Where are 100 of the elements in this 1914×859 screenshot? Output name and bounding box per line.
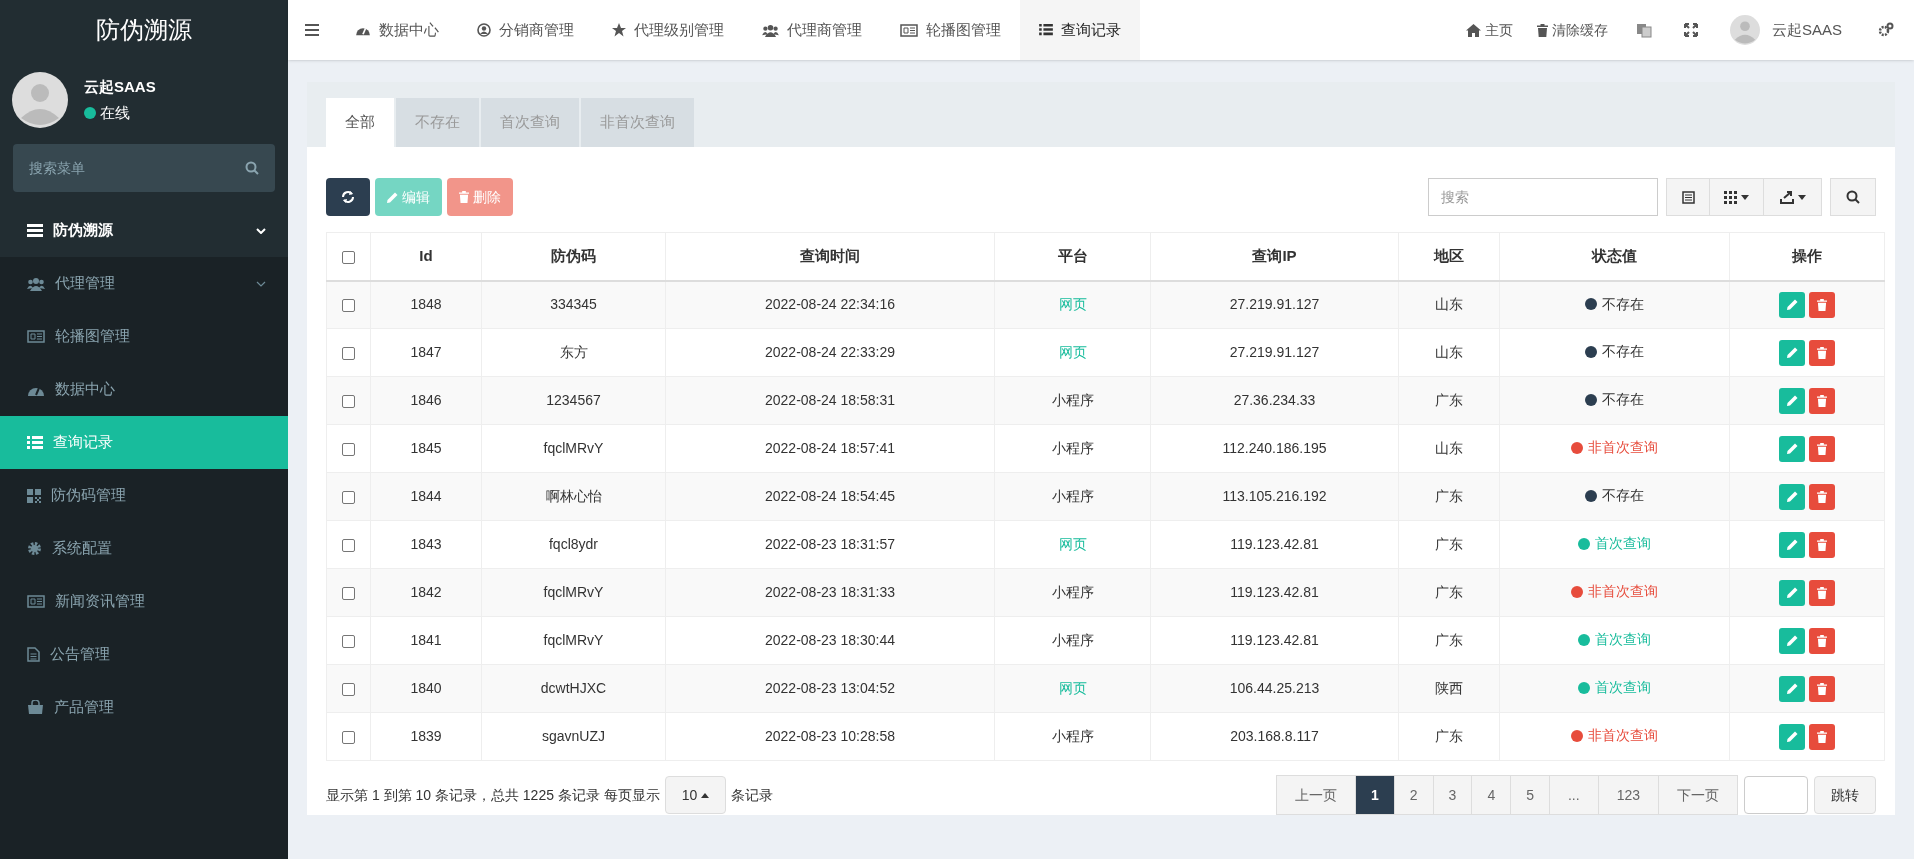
table-cell: 1839 <box>410 728 442 744</box>
page-button[interactable]: 下一页 <box>1658 775 1738 815</box>
table-cell: 1841 <box>410 632 442 648</box>
sidebar-item[interactable]: 代理管理 <box>0 257 288 310</box>
refresh-button[interactable] <box>326 178 370 216</box>
delete-button[interactable] <box>1809 387 1835 414</box>
table-cell: 2022-08-24 22:33:29 <box>765 344 895 360</box>
table-cell: 1844 <box>410 488 442 504</box>
column-header[interactable]: 防伪码 <box>551 247 596 264</box>
search-field[interactable]: 搜索 <box>1428 178 1658 216</box>
column-header[interactable]: 地区 <box>1434 247 1464 264</box>
sidebar-item[interactable]: 防伪码管理 <box>0 469 288 522</box>
edit-button[interactable] <box>1779 627 1805 654</box>
export-button[interactable] <box>1764 178 1822 216</box>
table-cell: fqclMRvY <box>543 440 604 456</box>
page-button[interactable]: 4 <box>1471 775 1512 815</box>
search-button[interactable] <box>1830 178 1876 216</box>
list-icon <box>1039 24 1053 36</box>
columns-button[interactable] <box>1710 178 1764 216</box>
sidebar-item[interactable]: 公告管理 <box>0 628 288 681</box>
page-button[interactable]: 3 <box>1432 775 1473 815</box>
page-size-dropdown[interactable]: 10 <box>664 776 727 814</box>
page-button[interactable]: 2 <box>1393 775 1434 815</box>
edit-button[interactable] <box>1779 579 1805 606</box>
clear-cache-link[interactable]: 清除缓存 <box>1524 19 1620 41</box>
page-button[interactable]: 5 <box>1510 775 1550 815</box>
nav-tab[interactable]: 轮播图管理 <box>881 0 1020 60</box>
column-header[interactable]: Id <box>419 247 433 264</box>
sidebar-item[interactable]: 数据中心 <box>0 363 288 416</box>
checkbox[interactable] <box>342 490 355 504</box>
table-cell: 2022-08-23 18:31:57 <box>765 536 895 552</box>
toggle-view-button[interactable] <box>1666 178 1710 216</box>
edit-button[interactable] <box>1779 387 1805 414</box>
page-button[interactable]: 上一页 <box>1276 775 1356 815</box>
column-header[interactable]: 查询时间 <box>800 247 860 264</box>
column-header[interactable]: 操作 <box>1792 247 1822 264</box>
checkbox[interactable] <box>342 250 355 264</box>
edit-button[interactable] <box>1779 675 1805 702</box>
nav-tab[interactable]: 数据中心 <box>336 0 458 60</box>
page-jump-field[interactable] <box>1744 776 1808 814</box>
sidebar-item[interactable]: 产品管理 <box>0 681 288 734</box>
delete-button[interactable] <box>1809 579 1835 606</box>
edit-button[interactable] <box>1779 435 1805 462</box>
edit-button[interactable] <box>1779 291 1805 318</box>
delete-button[interactable] <box>1809 675 1835 702</box>
delete-button[interactable] <box>1809 483 1835 510</box>
nav-tab[interactable]: 分销商管理 <box>458 0 593 60</box>
nav-tab[interactable]: 代理级别管理 <box>593 0 743 60</box>
status-text: 首次查询 <box>1595 534 1651 554</box>
nav-tab[interactable]: 代理商管理 <box>743 0 881 60</box>
sidebar-item[interactable]: 系统配置 <box>0 522 288 575</box>
fullscreen-icon[interactable] <box>1683 23 1698 37</box>
edit-button[interactable] <box>1779 723 1805 750</box>
trash-icon <box>1817 634 1827 647</box>
filter-tab[interactable]: 全部 <box>326 98 394 147</box>
menu-search-field[interactable]: 搜索菜单 <box>13 144 275 192</box>
caret-up-icon <box>701 792 710 798</box>
edit-button[interactable] <box>1779 339 1805 366</box>
delete-button[interactable] <box>1809 531 1835 558</box>
home-link[interactable]: 主页 <box>1453 19 1525 41</box>
delete-button[interactable] <box>1809 435 1835 462</box>
trash-icon <box>1817 442 1827 455</box>
edit-button[interactable] <box>1779 531 1805 558</box>
page-button[interactable]: 123 <box>1597 775 1659 815</box>
checkbox[interactable] <box>342 586 355 600</box>
delete-button[interactable] <box>1809 723 1835 750</box>
status-text: 不存在 <box>1602 486 1644 506</box>
status-text: 不存在 <box>1602 294 1644 314</box>
delete-button[interactable] <box>1809 627 1835 654</box>
gear-icon <box>27 541 42 556</box>
checkbox[interactable] <box>342 346 355 360</box>
checkbox[interactable] <box>342 299 355 313</box>
user-name[interactable]: 云起SAAS <box>1771 18 1842 42</box>
checkbox[interactable] <box>342 634 355 648</box>
column-header[interactable]: 查询IP <box>1252 247 1297 264</box>
checkbox[interactable] <box>342 442 355 456</box>
delete-button[interactable] <box>1809 339 1835 366</box>
checkbox[interactable] <box>342 394 355 408</box>
table-cell: 334345 <box>550 296 597 313</box>
qr-code-icon <box>27 488 41 503</box>
checkbox[interactable] <box>342 538 355 552</box>
delete-button[interactable] <box>1809 291 1835 318</box>
menu-icon[interactable] <box>304 23 320 37</box>
pencil-icon <box>1786 587 1798 598</box>
table-cell: 203.168.8.117 <box>1230 728 1319 744</box>
column-header[interactable]: 平台 <box>1057 247 1088 264</box>
sidebar-item[interactable]: 防伪溯源 <box>0 204 288 257</box>
pencil-icon <box>1786 443 1798 454</box>
jump-button[interactable]: 跳转 <box>1814 776 1876 814</box>
sidebar-item[interactable]: 新闻资讯管理 <box>0 575 288 628</box>
page-button[interactable]: ... <box>1548 775 1599 815</box>
sidebar-item[interactable]: 轮播图管理 <box>0 310 288 363</box>
checkbox[interactable] <box>342 682 355 696</box>
table-cell: 广东 <box>1435 536 1463 552</box>
user-status: 在线 <box>100 103 130 123</box>
checkbox[interactable] <box>342 730 355 744</box>
column-header[interactable]: 状态值 <box>1592 247 1637 264</box>
edit-button[interactable] <box>1779 483 1805 510</box>
nav-tab[interactable]: 查询记录 <box>1020 0 1140 60</box>
page-button[interactable]: 1 <box>1355 775 1395 815</box>
